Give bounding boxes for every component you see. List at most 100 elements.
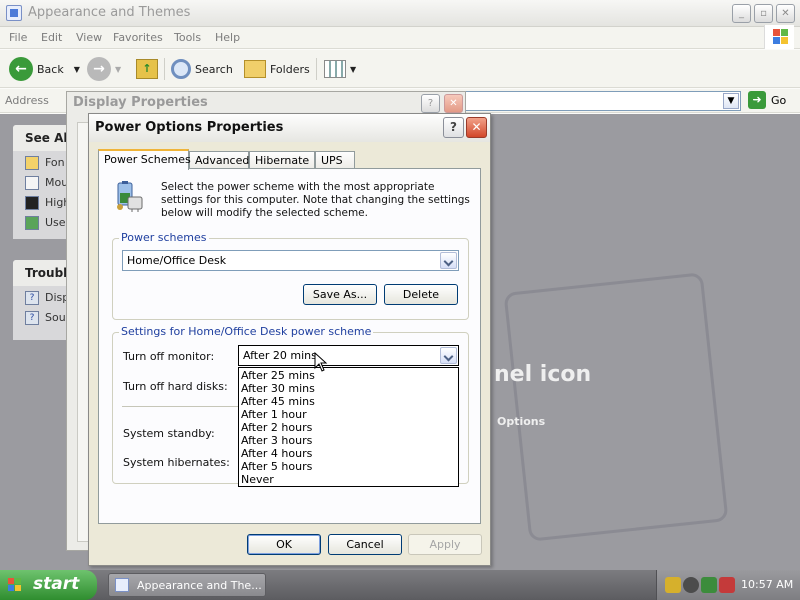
dropdown-option[interactable]: After 1 hour <box>239 408 458 421</box>
save-as-button[interactable]: Save As... <box>303 284 377 305</box>
back-arrow-icon: ← <box>9 57 33 81</box>
power-schemes-icon <box>117 181 143 212</box>
taskbar-item-appearance[interactable]: Appearance and The... <box>108 573 266 597</box>
turn-off-monitor-label: Turn off monitor: <box>123 350 215 363</box>
views-dropdown-icon: ▼ <box>350 64 357 74</box>
system-standby-label: System standby: <box>123 427 215 440</box>
control-panel-icon <box>115 578 129 592</box>
dropdown-option[interactable]: After 45 mins <box>239 395 458 408</box>
network-icon[interactable] <box>701 577 717 593</box>
power-scheme-select[interactable]: Home/Office Desk <box>122 250 459 271</box>
address-dropdown-icon[interactable]: ▼ <box>723 93 739 109</box>
tab-advanced[interactable]: Advanced <box>189 151 249 169</box>
forward-button[interactable]: → ▼ <box>87 56 121 82</box>
security-shield-icon[interactable] <box>665 577 681 593</box>
dropdown-option[interactable]: After 4 hours <box>239 447 458 460</box>
maximize-icon[interactable]: ▫ <box>754 4 773 23</box>
system-hibernates-label: System hibernates: <box>123 456 230 469</box>
security-alert-icon[interactable] <box>719 577 735 593</box>
tab-power-schemes[interactable]: Power Schemes <box>98 149 191 170</box>
back-button[interactable]: ← Back ▼ <box>9 56 80 82</box>
display-properties-title: Display Properties <box>73 95 208 110</box>
turn-off-monitor-dropdown: After 25 mins After 30 mins After 45 min… <box>238 367 459 487</box>
mouse-icon <box>25 175 39 190</box>
search-icon <box>171 59 191 79</box>
back-dropdown-icon[interactable]: ▼ <box>74 65 80 74</box>
help-icon[interactable]: ? <box>421 94 440 113</box>
menu-file[interactable]: File <box>9 31 27 44</box>
back-label: Back <box>37 62 64 76</box>
close-icon[interactable]: ✕ <box>444 94 463 113</box>
dropdown-option[interactable]: After 30 mins <box>239 382 458 395</box>
power-options-dialog: Power Options Properties ? ✕ Power Schem… <box>88 113 491 566</box>
tab-hibernate[interactable]: Hibernate <box>249 151 315 169</box>
start-label: start <box>33 574 80 594</box>
folders-button[interactable]: Folders <box>244 56 310 82</box>
chevron-down-icon[interactable] <box>440 252 457 269</box>
taskbar: start Appearance and The... 10:57 AM <box>0 570 800 600</box>
power-schemes-description: Select the power scheme with the most ap… <box>161 181 470 219</box>
menu-bar: File Edit View Favorites Tools Help <box>0 27 800 49</box>
menu-favorites[interactable]: Favorites <box>113 31 163 44</box>
power-options-titlebar: Power Options Properties ? ✕ <box>89 114 490 142</box>
dropdown-option[interactable]: After 2 hours <box>239 421 458 434</box>
control-panel-watermark <box>503 272 729 542</box>
folders-icon <box>244 60 266 78</box>
scheme-settings-group-label: Settings for Home/Office Desk power sche… <box>119 325 374 338</box>
address-label: Address <box>5 94 49 107</box>
ok-button[interactable]: OK <box>247 534 321 555</box>
menu-tools[interactable]: Tools <box>174 31 201 44</box>
toolbar-separator <box>316 58 317 80</box>
explorer-title: Appearance and Themes <box>28 5 191 20</box>
address-input[interactable]: ▼ <box>465 91 741 111</box>
user-account-icon <box>25 215 39 230</box>
close-icon[interactable]: ✕ <box>776 4 795 23</box>
power-scheme-value: Home/Office Desk <box>127 254 227 267</box>
views-icon <box>324 60 346 78</box>
apply-button[interactable]: Apply <box>408 534 482 555</box>
see-also-item-label: Mou <box>45 176 69 189</box>
power-schemes-group-label: Power schemes <box>119 231 209 244</box>
dropdown-option[interactable]: Never <box>239 473 458 486</box>
toolbar: ← Back ▼ → ▼ ↑ Search Folders ▼ <box>0 50 800 88</box>
clock: 10:57 AM <box>741 578 794 591</box>
dropdown-option[interactable]: After 25 mins <box>239 369 458 382</box>
close-icon[interactable]: ✕ <box>466 117 487 138</box>
help-icon: ? <box>25 290 39 305</box>
help-icon[interactable]: ? <box>443 117 464 138</box>
minimize-icon[interactable]: _ <box>732 4 751 23</box>
views-button[interactable]: ▼ <box>324 56 356 82</box>
pick-icon-hint: nel icon <box>494 362 592 387</box>
search-label: Search <box>195 62 233 76</box>
turn-off-monitor-select[interactable]: After 20 mins <box>238 345 459 366</box>
up-folder-button[interactable]: ↑ <box>136 56 158 82</box>
high-contrast-icon <box>25 195 39 210</box>
dropdown-option[interactable]: After 5 hours <box>239 460 458 473</box>
toolbar-separator <box>164 58 165 80</box>
chevron-down-icon[interactable] <box>440 347 457 364</box>
up-folder-icon: ↑ <box>136 59 158 79</box>
menu-edit[interactable]: Edit <box>41 31 62 44</box>
forward-dropdown-icon: ▼ <box>115 64 122 74</box>
fonts-folder-icon <box>25 155 39 170</box>
mouse-cursor-icon <box>314 352 328 372</box>
control-panel-icon <box>6 5 22 21</box>
power-options-title: Power Options Properties <box>95 120 284 135</box>
turn-off-hard-disks-label: Turn off hard disks: <box>123 380 228 393</box>
speaker-icon[interactable] <box>683 577 699 593</box>
search-button[interactable]: Search <box>171 56 233 82</box>
settings-divider <box>122 406 238 407</box>
menu-view[interactable]: View <box>76 31 102 44</box>
cancel-button[interactable]: Cancel <box>328 534 402 555</box>
menu-help[interactable]: Help <box>215 31 240 44</box>
delete-button[interactable]: Delete <box>384 284 458 305</box>
turn-off-monitor-value: After 20 mins <box>243 349 317 362</box>
go-arrow-icon: ➜ <box>748 91 766 109</box>
tab-ups[interactable]: UPS <box>315 151 355 169</box>
go-button[interactable]: ➜ Go <box>748 91 786 109</box>
start-button[interactable]: start <box>0 570 97 600</box>
dropdown-option[interactable]: After 3 hours <box>239 434 458 447</box>
see-also-item-label: Fon <box>45 156 65 169</box>
see-also-item-label: Use <box>45 216 66 229</box>
power-options-link[interactable]: Options <box>497 415 545 428</box>
